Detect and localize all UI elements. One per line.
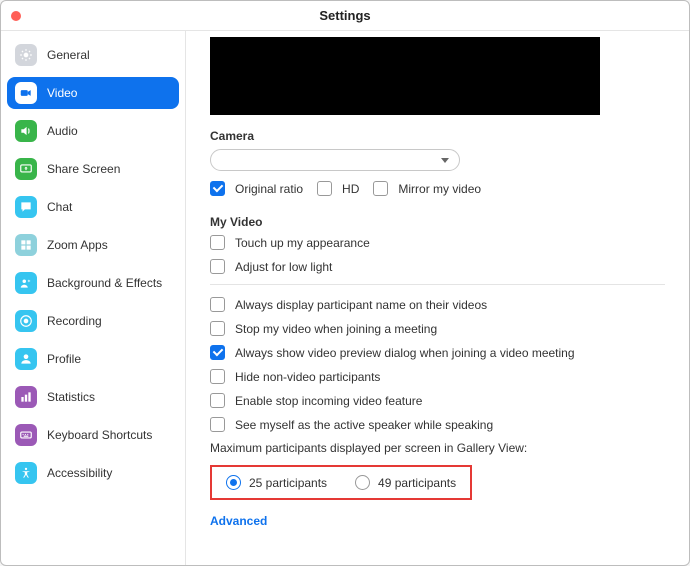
recording-icon xyxy=(15,310,37,332)
camera-options-row: Original ratio HD Mirror my video xyxy=(210,181,665,205)
display-name-option[interactable]: Always display participant name on their… xyxy=(210,297,665,312)
mirror-video-label: Mirror my video xyxy=(398,182,481,196)
divider xyxy=(210,284,665,285)
mirror-video-option[interactable]: Mirror my video xyxy=(373,181,481,196)
accessibility-icon xyxy=(15,462,37,484)
settings-sidebar: General Video Audio Share Screen Chat Zoom Ap… xyxy=(1,31,186,565)
profile-icon xyxy=(15,348,37,370)
touch-up-option[interactable]: Touch up my appearance xyxy=(210,235,665,250)
close-window-icon[interactable] xyxy=(11,11,21,21)
titlebar: Settings xyxy=(1,1,689,31)
advanced-link[interactable]: Advanced xyxy=(210,514,267,528)
sidebar-item-video[interactable]: Video xyxy=(7,77,179,109)
sidebar-item-recording[interactable]: Recording xyxy=(7,305,179,337)
settings-window: Settings General Video Audio Share Screen Ch… xyxy=(0,0,690,566)
share-screen-icon xyxy=(15,158,37,180)
hd-label: HD xyxy=(342,182,359,196)
sidebar-item-keyboard-shortcuts[interactable]: Keyboard Shortcuts xyxy=(7,419,179,451)
checkbox-icon[interactable] xyxy=(210,345,225,360)
checkbox-icon[interactable] xyxy=(210,393,225,408)
gallery-49-label: 49 participants xyxy=(378,476,456,490)
checkbox-icon[interactable] xyxy=(373,181,388,196)
gallery-25-option[interactable]: 25 participants xyxy=(226,475,327,490)
see-self-active-option[interactable]: See myself as the active speaker while s… xyxy=(210,417,665,432)
sidebar-item-label: Profile xyxy=(47,352,81,366)
sidebar-item-label: Background & Effects xyxy=(47,276,162,290)
radio-icon[interactable] xyxy=(355,475,370,490)
camera-heading: Camera xyxy=(210,129,665,143)
gallery-49-option[interactable]: 49 participants xyxy=(355,475,456,490)
video-icon xyxy=(15,82,37,104)
gallery-radio-group: 25 participants 49 participants xyxy=(218,469,464,496)
video-preview xyxy=(210,37,600,115)
sidebar-item-general[interactable]: General xyxy=(7,39,179,71)
stop-incoming-option[interactable]: Enable stop incoming video feature xyxy=(210,393,665,408)
checkbox-icon[interactable] xyxy=(317,181,332,196)
sidebar-item-zoom-apps[interactable]: Zoom Apps xyxy=(7,229,179,261)
my-video-heading: My Video xyxy=(210,215,665,229)
sidebar-item-label: Share Screen xyxy=(47,162,120,176)
checkbox-icon[interactable] xyxy=(210,321,225,336)
sidebar-item-background-effects[interactable]: Background & Effects xyxy=(7,267,179,299)
sidebar-item-label: Zoom Apps xyxy=(47,238,108,252)
hide-nonvideo-option[interactable]: Hide non-video participants xyxy=(210,369,665,384)
sidebar-item-audio[interactable]: Audio xyxy=(7,115,179,147)
sidebar-item-share-screen[interactable]: Share Screen xyxy=(7,153,179,185)
keyboard-shortcuts-icon xyxy=(15,424,37,446)
sidebar-item-label: General xyxy=(47,48,90,62)
radio-icon[interactable] xyxy=(226,475,241,490)
low-light-option[interactable]: Adjust for low light xyxy=(210,259,665,274)
checkbox-icon[interactable] xyxy=(210,417,225,432)
window-title: Settings xyxy=(319,8,370,23)
preview-dialog-option[interactable]: Always show video preview dialog when jo… xyxy=(210,345,665,360)
sidebar-item-label: Statistics xyxy=(47,390,95,404)
body: General Video Audio Share Screen Chat Zoom Ap… xyxy=(1,31,689,565)
see-self-active-label: See myself as the active speaker while s… xyxy=(235,418,493,432)
hd-option[interactable]: HD xyxy=(317,181,359,196)
checkbox-icon[interactable] xyxy=(210,297,225,312)
hide-nonvideo-label: Hide non-video participants xyxy=(235,370,380,384)
audio-icon xyxy=(15,120,37,142)
checkbox-icon[interactable] xyxy=(210,369,225,384)
gallery-max-label: Maximum participants displayed per scree… xyxy=(210,441,665,455)
sidebar-item-profile[interactable]: Profile xyxy=(7,343,179,375)
checkbox-icon[interactable] xyxy=(210,235,225,250)
sidebar-item-label: Keyboard Shortcuts xyxy=(47,428,152,442)
general-icon xyxy=(15,44,37,66)
low-light-label: Adjust for low light xyxy=(235,260,332,274)
background-effects-icon xyxy=(15,272,37,294)
zoom-apps-icon xyxy=(15,234,37,256)
sidebar-item-label: Chat xyxy=(47,200,72,214)
camera-select[interactable] xyxy=(210,149,460,171)
sidebar-item-label: Audio xyxy=(47,124,78,138)
sidebar-item-chat[interactable]: Chat xyxy=(7,191,179,223)
sidebar-item-label: Video xyxy=(47,86,77,100)
statistics-icon xyxy=(15,386,37,408)
stop-on-join-option[interactable]: Stop my video when joining a meeting xyxy=(210,321,665,336)
sidebar-item-label: Accessibility xyxy=(47,466,112,480)
gallery-25-label: 25 participants xyxy=(249,476,327,490)
stop-on-join-label: Stop my video when joining a meeting xyxy=(235,322,437,336)
preview-dialog-label: Always show video preview dialog when jo… xyxy=(235,346,575,360)
sidebar-item-accessibility[interactable]: Accessibility xyxy=(7,457,179,489)
display-name-label: Always display participant name on their… xyxy=(235,298,487,312)
original-ratio-label: Original ratio xyxy=(235,182,303,196)
touch-up-label: Touch up my appearance xyxy=(235,236,370,250)
checkbox-icon[interactable] xyxy=(210,259,225,274)
sidebar-item-statistics[interactable]: Statistics xyxy=(7,381,179,413)
highlight-annotation: 25 participants 49 participants xyxy=(210,465,472,500)
original-ratio-option[interactable]: Original ratio xyxy=(210,181,303,196)
stop-incoming-label: Enable stop incoming video feature xyxy=(235,394,422,408)
checkbox-icon[interactable] xyxy=(210,181,225,196)
chat-icon xyxy=(15,196,37,218)
video-settings-panel: Camera Original ratio HD Mirror my video… xyxy=(186,31,689,565)
sidebar-item-label: Recording xyxy=(47,314,102,328)
